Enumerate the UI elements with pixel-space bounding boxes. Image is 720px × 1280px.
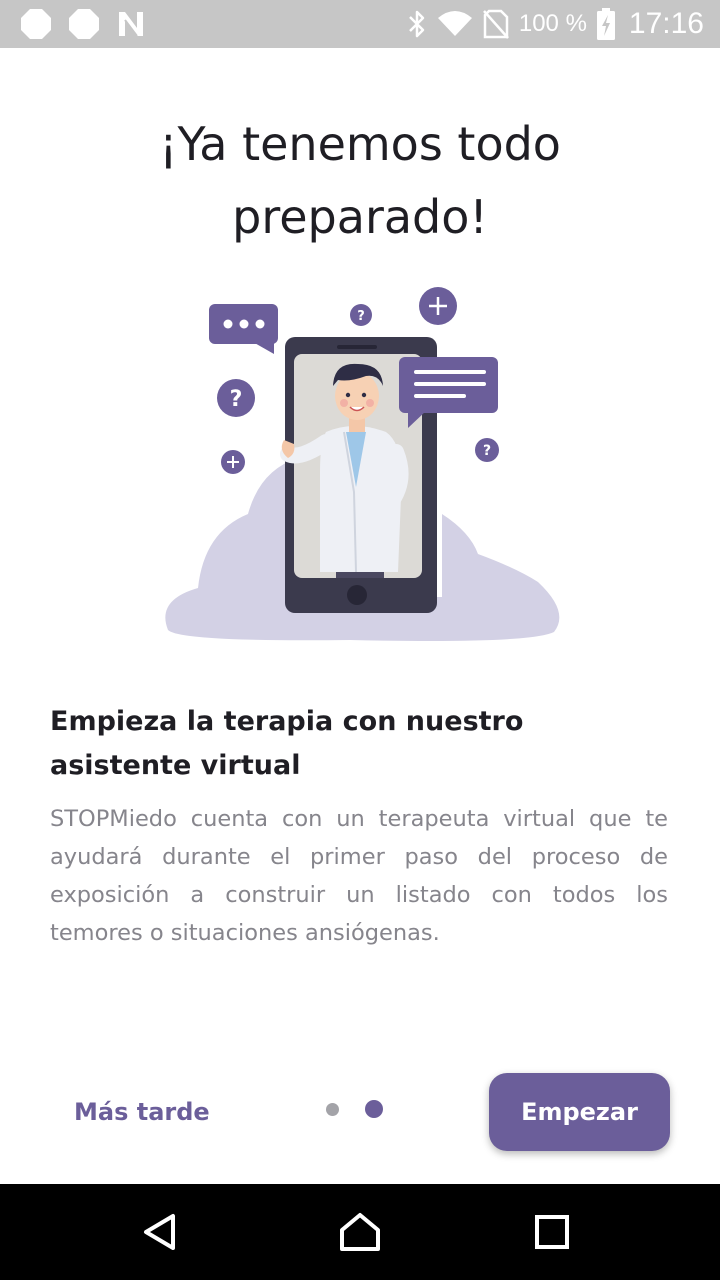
status-bar: 100 % 17:16 [0,0,720,48]
status-system-icons: 100 % 17:16 [407,6,704,42]
plus-small-icon [221,450,245,474]
notification-dot-icon [21,9,51,39]
page-indicator [326,1100,383,1118]
question-large-icon: ? [217,379,255,417]
navigation-bar [0,1184,720,1280]
question-small-icon: ? [350,304,372,326]
later-button[interactable]: Más tarde [60,1086,224,1138]
page-dot-2-active[interactable] [365,1100,383,1118]
chat-message-bubble-icon [399,357,498,428]
back-icon [144,1214,175,1250]
section-description: STOPMiedo cuenta con un terapeuta virtua… [50,806,668,946]
notification-dot-icon [69,9,99,39]
page-title: ¡Ya tenemos todo preparado! [80,108,640,254]
svg-text:?: ? [357,309,365,324]
virtual-doctor-phone-illustration: ? ? ? [165,287,560,641]
plus-large-icon [419,287,457,325]
home-icon [340,1213,380,1251]
page-dot-1[interactable] [326,1102,339,1116]
typing-bubble-icon [209,304,278,354]
section-title: Empieza la terapia con nuestro asistente… [50,706,524,781]
page-title-line-1: ¡Ya tenemos todo [159,117,561,171]
recents-button[interactable] [528,1208,576,1256]
n-app-icon [119,12,143,37]
question-right-icon: ? [475,438,499,462]
battery-percent: 100 % [518,10,587,37]
svg-text:?: ? [230,387,243,412]
battery-charging-icon [596,8,615,40]
bluetooth-icon [408,10,425,38]
no-sim-icon [482,9,509,39]
status-time: 17:16 [628,7,704,40]
recents-icon [535,1215,569,1249]
page-title-line-2: preparado! [232,190,488,244]
start-button[interactable]: Empezar [489,1073,670,1151]
home-button[interactable] [336,1208,384,1256]
status-notification-icons [20,8,146,40]
wifi-icon [437,11,472,36]
svg-text:?: ? [483,443,491,459]
back-button[interactable] [136,1208,184,1256]
